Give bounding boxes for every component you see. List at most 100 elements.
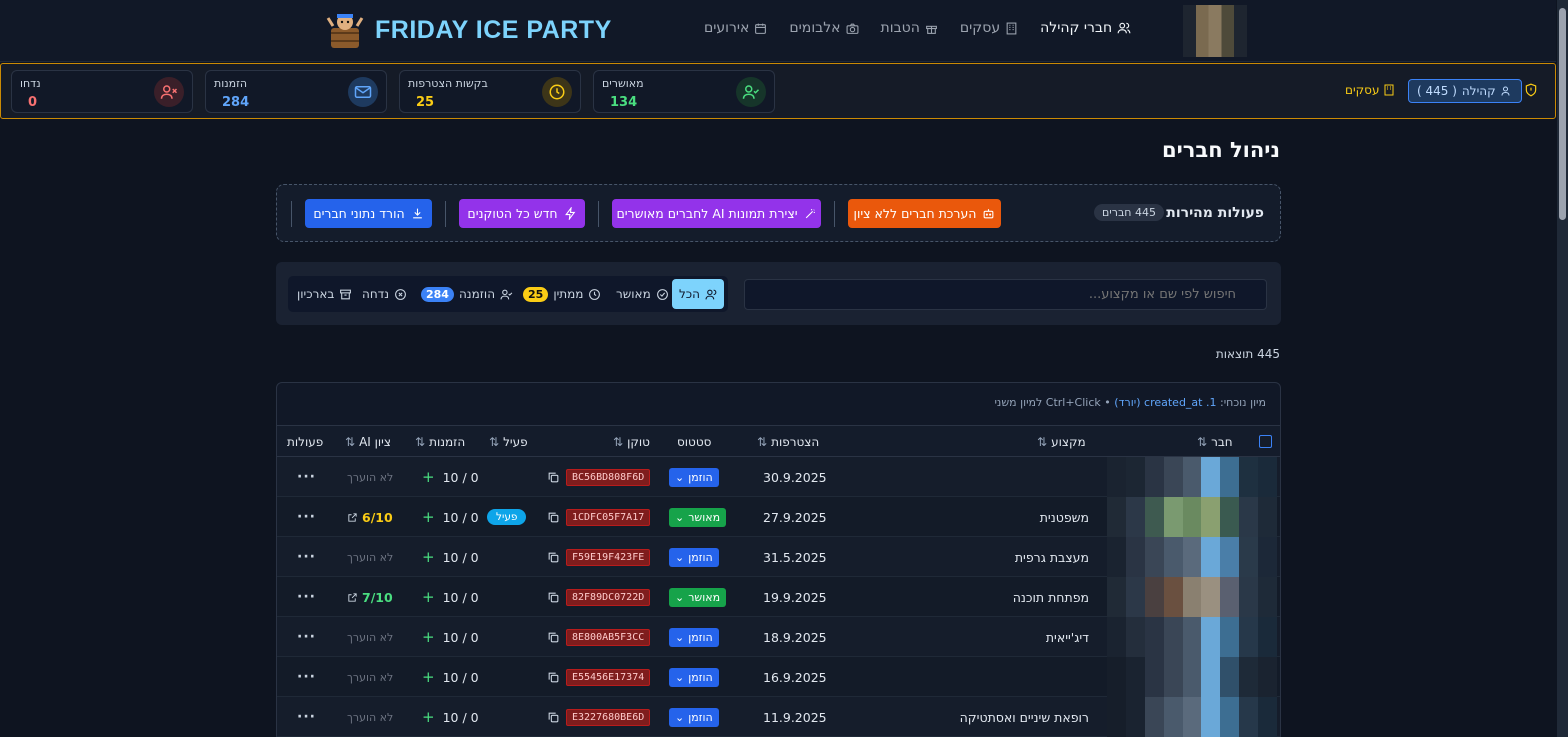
more-actions-icon[interactable]: ··· (297, 509, 316, 525)
plus-icon[interactable]: + (422, 708, 435, 726)
plus-icon[interactable]: + (422, 628, 435, 646)
invites-cell[interactable]: 0 / 10 + (422, 537, 479, 577)
table-row[interactable]: 30.9.2025 הוזמן ⌄ BC56BD808F6D 0 / 10 + לא הוע… (277, 457, 1280, 497)
rate-unrated-button[interactable]: הערכת חברים ללא ציון (848, 199, 1001, 228)
page-scrollbar[interactable] (1557, 0, 1568, 737)
status-cell[interactable]: הוזמן ⌄ (669, 537, 719, 577)
scrollbar-thumb[interactable] (1559, 8, 1566, 220)
copy-icon[interactable] (547, 671, 560, 684)
table-row[interactable]: רופאת שיניים ואסתטיקה 11.9.2025 הוזמן ⌄ E322… (277, 697, 1280, 737)
plus-icon[interactable]: + (422, 508, 435, 526)
status-dropdown[interactable]: הוזמן ⌄ (669, 547, 719, 567)
copy-icon[interactable] (547, 591, 560, 604)
external-link-icon[interactable] (347, 592, 358, 603)
copy-icon[interactable] (547, 551, 560, 564)
status-dropdown[interactable]: מאושר ⌄ (669, 507, 727, 527)
download-members-button[interactable]: הורד נתוני חברים (305, 199, 432, 228)
select-all-checkbox[interactable] (1259, 435, 1272, 448)
status-cell[interactable]: מאושר ⌄ (669, 577, 727, 617)
copy-icon[interactable] (547, 511, 560, 524)
status-dropdown[interactable]: הוזמן ⌄ (669, 707, 719, 727)
actions-cell[interactable]: ··· (297, 617, 316, 657)
table-row[interactable]: דיג'ייאית 18.9.2025 הוזמן ⌄ 8E800AB5F3CC 0 / … (277, 617, 1280, 657)
status-cell[interactable]: הוזמן ⌄ (669, 457, 719, 497)
stat-approved[interactable]: מאושרים 134 (593, 70, 775, 113)
more-actions-icon[interactable]: ··· (297, 469, 316, 485)
more-actions-icon[interactable]: ··· (297, 589, 316, 605)
status-dropdown[interactable]: הוזמן ⌄ (669, 667, 719, 687)
tab-rejected[interactable]: נדחה (356, 279, 413, 309)
brand[interactable]: FRIDAY ICE PARTY (325, 10, 612, 50)
renew-tokens-button[interactable]: חדש כל הטוקנים (459, 199, 585, 228)
search-input[interactable] (744, 279, 1267, 310)
businesses-link[interactable]: עסקים (1345, 83, 1395, 97)
member-avatar-name[interactable] (1107, 457, 1278, 497)
actions-cell[interactable]: ··· (297, 577, 316, 617)
status-cell[interactable]: הוזמן ⌄ (669, 657, 719, 697)
more-actions-icon[interactable]: ··· (297, 709, 316, 725)
stat-join-requests[interactable]: בקשות הצטרפות 25 (399, 70, 581, 113)
status-cell[interactable]: הוזמן ⌄ (669, 617, 719, 657)
col-token[interactable]: טוקן ⇅ (613, 426, 650, 458)
col-ai-score[interactable]: ציון AI ⇅ (345, 426, 391, 458)
invites-cell[interactable]: 0 / 10 + (422, 457, 479, 497)
member-avatar-name[interactable] (1107, 697, 1278, 737)
copy-icon[interactable] (547, 471, 560, 484)
nav-benefits[interactable]: הטבות (881, 20, 938, 36)
col-active[interactable]: פעיל ⇅ (489, 426, 528, 458)
more-actions-icon[interactable]: ··· (297, 549, 316, 565)
tab-pending[interactable]: ממתין 25 (517, 279, 607, 309)
table-row[interactable]: מפתחת תוכנה 19.9.2025 מאושר ⌄ 82F89DC0722D 0 … (277, 577, 1280, 617)
table-row[interactable]: משפטנית 27.9.2025 מאושר ⌄ 1CDFC05F7A17 פעיל 0 … (277, 497, 1280, 537)
member-avatar-name[interactable] (1107, 577, 1278, 617)
nav-businesses[interactable]: עסקים (960, 20, 1018, 36)
token-cell[interactable]: F59E19F423FE (547, 537, 651, 577)
user-avatar[interactable] (1183, 5, 1247, 57)
invites-cell[interactable]: 0 / 10 + (422, 577, 479, 617)
ai-score-cell[interactable]: 7/10 (347, 577, 393, 617)
plus-icon[interactable]: + (422, 588, 435, 606)
invites-cell[interactable]: 0 / 10 + (422, 497, 479, 537)
member-avatar-name[interactable] (1107, 497, 1278, 537)
tab-all[interactable]: הכל (672, 279, 724, 309)
external-link-icon[interactable] (347, 512, 358, 523)
actions-cell[interactable]: ··· (297, 497, 316, 537)
status-dropdown[interactable]: הוזמן ⌄ (669, 627, 719, 647)
ai-images-button[interactable]: יצירת תמונות AI לחברים מאושרים (612, 199, 821, 228)
tab-approved[interactable]: מאושר (610, 279, 675, 309)
col-status[interactable]: סטטוס (677, 426, 711, 458)
more-actions-icon[interactable]: ··· (297, 629, 316, 645)
table-row[interactable]: מעצבת גרפית 31.5.2025 הוזמן ⌄ F59E19F423FE 0 … (277, 537, 1280, 577)
ai-score-cell[interactable]: 6/10 (347, 497, 393, 537)
actions-cell[interactable]: ··· (297, 697, 316, 737)
copy-icon[interactable] (547, 631, 560, 644)
plus-icon[interactable]: + (422, 468, 435, 486)
col-member[interactable]: חבר ⇅ (1197, 426, 1233, 458)
tab-archive[interactable]: בארכיון (291, 279, 358, 309)
stat-rejected[interactable]: נדחו 0 (11, 70, 193, 113)
token-cell[interactable]: 8E800AB5F3CC (547, 617, 651, 657)
token-cell[interactable]: E55456E17374 (547, 657, 651, 697)
token-cell[interactable]: E3227680BE6D (547, 697, 651, 737)
community-button[interactable]: קהילה ( 445 ) (1408, 79, 1522, 103)
status-dropdown[interactable]: מאושר ⌄ (669, 587, 727, 607)
actions-cell[interactable]: ··· (297, 457, 316, 497)
actions-cell[interactable]: ··· (297, 537, 316, 577)
nav-events[interactable]: אירועים (704, 20, 767, 36)
token-cell[interactable]: 82F89DC0722D (547, 577, 651, 617)
member-avatar-name[interactable] (1107, 617, 1278, 657)
status-dropdown[interactable]: הוזמן ⌄ (669, 467, 719, 487)
plus-icon[interactable]: + (422, 668, 435, 686)
tab-invited[interactable]: הוזמנה 284 (415, 279, 519, 309)
col-profession[interactable]: מקצוע ⇅ (1037, 426, 1086, 458)
table-row[interactable]: 16.9.2025 הוזמן ⌄ E55456E17374 0 / 10 + לא הוע… (277, 657, 1280, 697)
nav-albums[interactable]: אלבומים (789, 20, 859, 36)
member-avatar-name[interactable] (1107, 537, 1278, 577)
invites-cell[interactable]: 0 / 10 + (422, 617, 479, 657)
col-invites[interactable]: הזמנות ⇅ (415, 426, 465, 458)
invites-cell[interactable]: 0 / 10 + (422, 697, 479, 737)
more-actions-icon[interactable]: ··· (297, 669, 316, 685)
stat-invites[interactable]: הזמנות 284 (205, 70, 387, 113)
member-avatar-name[interactable] (1107, 657, 1278, 697)
token-cell[interactable]: 1CDFC05F7A17 (547, 497, 651, 537)
